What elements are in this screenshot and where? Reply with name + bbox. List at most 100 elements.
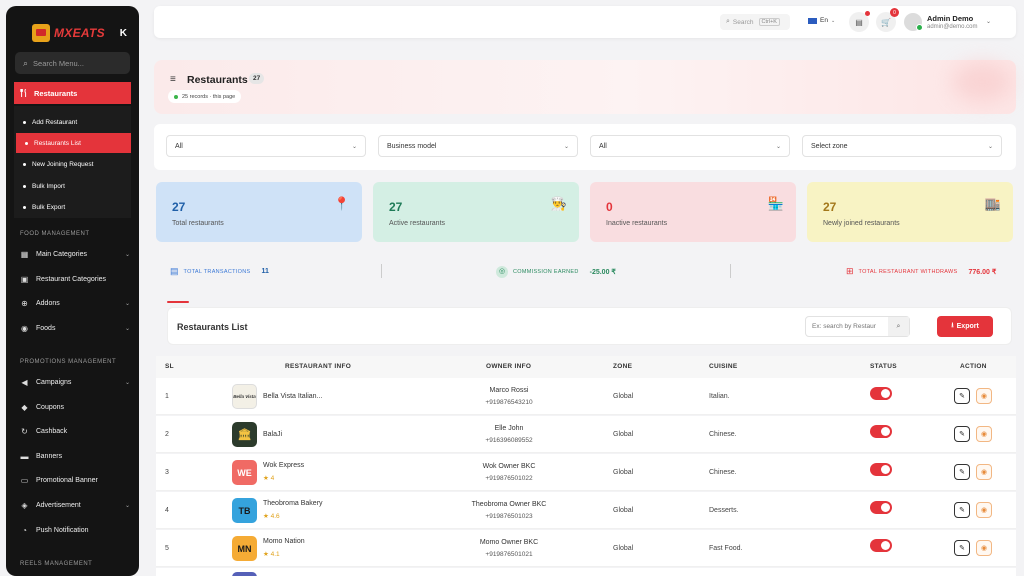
sidebar-item-new-joining-request[interactable]: New Joining Request [14,154,131,174]
page-title-banner: ≡ Restaurants 27 25 records · this page [154,60,1016,114]
business-model-select[interactable]: Business model ⌄ [378,135,578,157]
banner-icon: ▬ [20,451,29,461]
sidebar-item-promotional-banner[interactable]: ▭ Promotional Banner [20,472,132,488]
eye-icon: ◉ [980,431,988,438]
accent-divider [167,301,189,303]
owner-name: Theobroma Owner BKC [471,501,547,508]
sidebar-item-bulk-import[interactable]: Bulk Import [14,176,131,196]
zone-select[interactable]: Select zone ⌄ [802,135,1002,157]
table-row[interactable]: 4 TB Theobroma Bakery ★ 4.6 Theobroma Ow… [156,492,1016,529]
cart-count-badge: 0 [890,8,899,17]
edit-button[interactable]: ✎ [954,464,970,480]
food-icon: ◉ [21,323,28,333]
sidebar-item-push-notification[interactable]: ◔ Push Notification [20,522,132,538]
restaurant-type-select[interactable]: All ⌄ [166,135,366,157]
restaurant-logo: Bella Vista [232,384,257,409]
view-button[interactable]: ◉ [976,502,992,518]
sidebar-item-label: Banners [36,452,63,460]
sidebar-item-label: Foods [36,324,56,332]
commission-earned: ◎ COMMISSION EARNED -25.00 ₹ [496,266,616,278]
language-selector[interactable]: En ⌄ [808,17,835,24]
list-title: Restaurants List [177,322,248,332]
restaurant-name[interactable]: Wok Express [263,462,304,469]
sidebar-item-advertisement[interactable]: ◈ Advertisement ⌄ [20,497,132,513]
pencil-icon: ✎ [959,393,965,400]
status-toggle[interactable] [870,425,892,438]
commission-value: -25.00 ₹ [589,269,616,276]
status-toggle[interactable] [870,501,892,514]
restaurant-withdraws: ⊞ TOTAL RESTAURANT WITHDRAWS 776.00 ₹ [846,266,996,277]
user-name[interactable]: Admin Demo [927,14,973,23]
sidebar-item-add-restaurant[interactable]: Add Restaurant [14,112,131,132]
brand-logo-icon [32,24,50,42]
collapse-sidebar-button[interactable]: K [120,28,127,39]
sidebar-item-main-categories[interactable]: ▦ Main Categories ⌄ [20,246,132,262]
sidebar-item-campaigns[interactable]: ◀ Campaigns ⌄ [20,374,132,390]
chat-icon: ▤ [855,17,863,27]
bullet-icon [23,120,26,124]
location-pin-icon: 📍 [333,196,350,211]
column-header-status: STATUS [870,363,897,370]
view-button[interactable]: ◉ [976,540,992,556]
table-row[interactable]: 2 🏛 BalaJi Elle John +916396089552 Globa… [156,416,1016,453]
status-toggle[interactable] [870,463,892,476]
stat-label: Inactive restaurants [606,220,668,227]
table-row[interactable] [156,568,1016,576]
restaurant-name[interactable]: Theobroma Bakery [263,500,323,507]
zone: Global [613,545,634,552]
restaurant-name[interactable]: Bella Vista Italian... [263,393,322,400]
pencil-icon: ✎ [959,431,965,438]
cart-button[interactable]: 🛒 0 [876,8,899,32]
eye-icon: ◉ [980,393,988,400]
sidebar-item-foods[interactable]: ◉ Foods ⌄ [20,320,132,336]
restaurant-search: ⌕ [805,316,910,337]
view-button[interactable]: ◉ [976,464,992,480]
language-label: En [820,17,828,24]
total-transactions-label: TOTAL TRANSACTIONS [183,268,251,275]
sidebar-item-bulk-export[interactable]: Bulk Export [14,197,131,217]
edit-button[interactable]: ✎ [954,502,970,518]
sidebar-item-coupons[interactable]: ◆ Coupons [20,399,132,415]
export-button[interactable]: ⭳ Export [937,316,993,337]
messages-button[interactable]: ▤ [849,11,870,32]
sidebar-item-cashback[interactable]: ↻ Cashback [20,423,132,439]
brand[interactable]: MXEATS [32,24,105,42]
bullet-icon [23,184,26,188]
table-row[interactable]: 1 Bella Vista Bella Vista Italian... Mar… [156,378,1016,415]
status-select[interactable]: All ⌄ [590,135,790,157]
column-header-owner-info: OWNER INFO [486,363,532,370]
cuisine: Chinese. [709,431,737,438]
eye-icon: ◉ [980,507,988,514]
table-row[interactable]: 5 MN Momo Nation ★ 4.1 Momo Owner BKC +9… [156,530,1016,567]
status-toggle[interactable] [870,539,892,552]
restaurant-logo: 🏛 [232,422,257,447]
status-toggle[interactable] [870,387,892,400]
restaurant-name[interactable]: Momo Nation [263,538,305,545]
view-button[interactable]: ◉ [976,426,992,442]
commission-label: COMMISSION EARNED [513,269,579,275]
chevron-down-icon: ⌄ [987,143,993,150]
edit-button[interactable]: ✎ [954,426,970,442]
table-row[interactable]: 3 WE Wok Express ★ 4 Wok Owner BKC +9198… [156,454,1016,491]
sidebar-item-addons[interactable]: ⊕ Addons ⌄ [20,295,132,311]
pencil-icon: ✎ [959,545,965,552]
edit-button[interactable]: ✎ [954,540,970,556]
header-search-input[interactable]: ⌕ Search Ctrl+K [720,14,790,30]
sidebar-item-label: Cashback [36,427,68,435]
search-button[interactable]: ⌕ [888,317,909,336]
sidebar-item-restaurants-list[interactable]: Restaurants List [16,133,131,153]
restaurant-logo [232,572,257,576]
sidebar-search-input[interactable]: ⌕ Search Menu... [15,52,130,74]
restaurant-name[interactable]: BalaJi [263,431,282,438]
sidebar-item-restaurant-categories[interactable]: ▣ Restaurant Categories [20,271,132,287]
sidebar-item-banners[interactable]: ▬ Banners [20,448,132,464]
restaurant-search-input[interactable] [806,323,888,330]
bullet-icon [23,162,26,166]
pencil-icon: ✎ [959,507,965,514]
sidebar-item-restaurants[interactable]: Restaurants [14,82,131,104]
avatar[interactable] [904,13,923,31]
edit-button[interactable]: ✎ [954,388,970,404]
view-button[interactable]: ◉ [976,388,992,404]
filter-lines-icon: ≡ [170,74,176,85]
chevron-down-icon[interactable]: ⌄ [986,18,991,25]
